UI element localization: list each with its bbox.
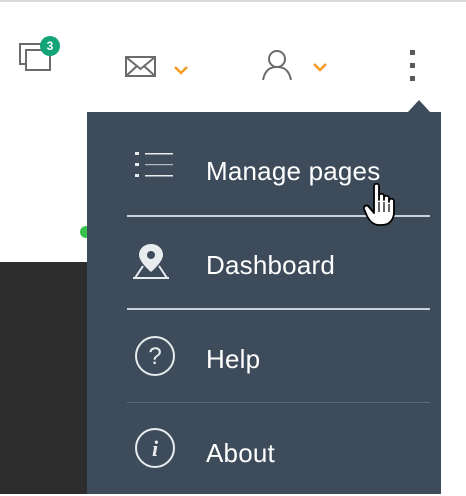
chevron-down-icon bbox=[174, 66, 188, 75]
user-menu-button[interactable] bbox=[260, 48, 336, 86]
envelope-icon bbox=[125, 56, 156, 77]
menu-item-label: Dashboard bbox=[206, 250, 335, 280]
question-circle-icon: ? bbox=[135, 336, 175, 376]
info-circle-icon: i bbox=[135, 428, 175, 468]
menu-item-about[interactable]: i About bbox=[87, 404, 441, 496]
more-dropdown-menu: Manage pages Dashboard ? Help i About bbox=[87, 112, 441, 494]
map-pin-icon bbox=[133, 244, 169, 279]
more-menu-button[interactable] bbox=[400, 46, 424, 86]
background-dark-panel bbox=[0, 262, 92, 494]
top-toolbar: 3 bbox=[0, 2, 466, 106]
menu-divider bbox=[127, 402, 430, 403]
user-icon bbox=[262, 50, 292, 81]
chevron-down-icon bbox=[313, 63, 327, 72]
menu-item-dashboard[interactable]: Dashboard bbox=[87, 218, 441, 310]
menu-item-help[interactable]: ? Help bbox=[87, 310, 441, 402]
menu-item-label: About bbox=[206, 438, 275, 468]
notifications-button[interactable]: 3 bbox=[18, 36, 62, 74]
notification-count-badge: 3 bbox=[40, 36, 60, 56]
menu-caret bbox=[408, 100, 430, 112]
kebab-menu-icon bbox=[410, 50, 415, 81]
menu-item-label: Manage pages bbox=[206, 156, 381, 186]
messages-button[interactable] bbox=[124, 54, 194, 86]
hand-cursor-icon bbox=[362, 182, 395, 226]
svg-text:i: i bbox=[152, 436, 159, 461]
menu-item-label: Help bbox=[206, 344, 261, 374]
svg-text:?: ? bbox=[148, 343, 161, 370]
list-icon bbox=[135, 152, 173, 177]
